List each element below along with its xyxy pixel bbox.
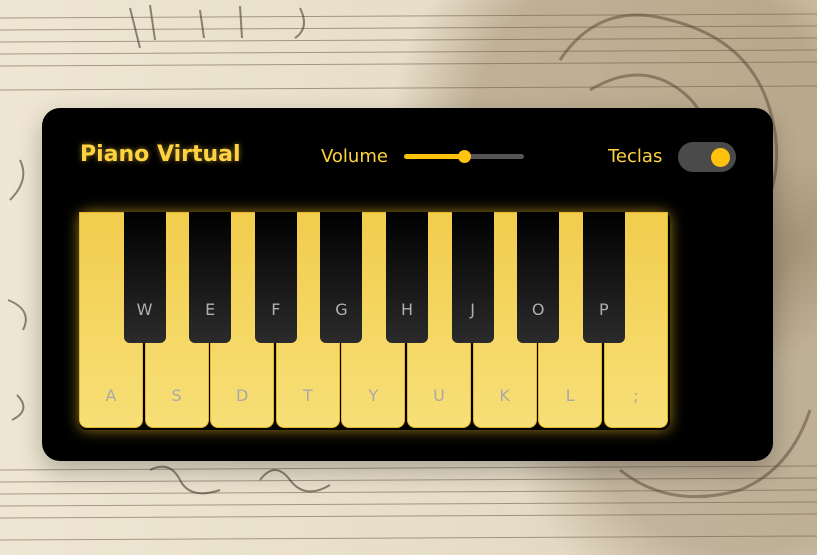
- black-key-label: W: [136, 300, 153, 319]
- black-key[interactable]: H: [386, 212, 428, 343]
- white-key-label: K: [499, 386, 510, 405]
- white-key-label: S: [171, 386, 182, 405]
- black-key-label: H: [400, 300, 414, 319]
- black-key[interactable]: J: [451, 212, 494, 343]
- volume-slider-thumb[interactable]: [458, 150, 471, 163]
- white-key-label: ;: [633, 386, 639, 405]
- black-key[interactable]: E: [189, 212, 232, 343]
- black-key-label: O: [531, 300, 545, 319]
- black-key-label: J: [470, 300, 475, 319]
- white-key-label: Y: [368, 386, 379, 405]
- volume-slider-fill: [404, 154, 464, 159]
- volume-slider[interactable]: [404, 150, 524, 163]
- volume-label: Volume: [321, 146, 388, 167]
- white-key-label: D: [236, 386, 249, 405]
- black-key[interactable]: W: [123, 212, 166, 343]
- black-key-label: F: [271, 300, 281, 319]
- white-key-label: T: [302, 386, 313, 405]
- black-key-label: E: [205, 300, 216, 319]
- white-key-label: L: [565, 386, 575, 405]
- app-title: Piano Virtual: [80, 142, 241, 167]
- keys-toggle[interactable]: [678, 142, 736, 172]
- black-key[interactable]: G: [320, 212, 363, 343]
- white-key-label: U: [433, 386, 445, 405]
- black-key-label: P: [598, 300, 609, 319]
- keys-toggle-knob: [711, 148, 730, 167]
- black-key[interactable]: O: [517, 212, 560, 343]
- black-key[interactable]: P: [582, 212, 625, 343]
- white-key-label: A: [105, 386, 117, 405]
- piano-app-panel: Piano Virtual Volume Teclas A S D T Y U K L; W E F…: [42, 108, 773, 461]
- piano-keyboard: A S D T Y U K L; W E F G H J O P: [79, 212, 670, 430]
- keys-label: Teclas: [608, 146, 663, 167]
- black-key-label: G: [335, 300, 348, 319]
- black-key[interactable]: F: [254, 212, 297, 343]
